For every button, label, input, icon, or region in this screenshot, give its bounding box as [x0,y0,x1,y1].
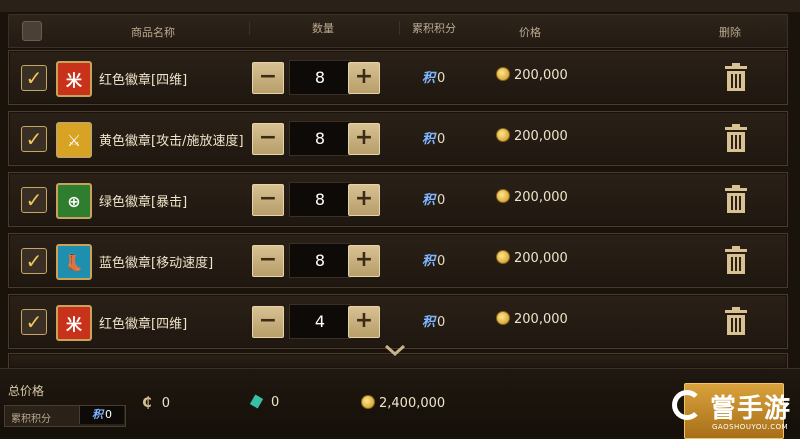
red-badge-icon: 米 [56,305,92,341]
points-icon: 积 [422,132,436,147]
red-badge-icon: 米 [56,61,92,97]
gold-coin-icon [496,128,510,142]
gold-coin-icon [361,395,375,409]
quantity-input[interactable]: 8 [289,182,351,217]
item-name: 黄色徽章[攻击/施放速度] [99,134,244,149]
points-icon: 积 [422,71,436,86]
col-points-header: 累积积分 [399,21,456,35]
blue-badge-icon: 👢 [56,244,92,280]
gold-coin-icon [496,311,510,325]
yellow-badge-icon: ⚔ [56,122,92,158]
quantity-input[interactable]: 8 [289,121,351,156]
cart-row: ✓ 米 红色徽章[四维] − 8 + 积0 200,000 [8,50,788,105]
total-price-label: 总价格 [8,384,45,398]
decrease-button[interactable]: − [252,62,284,94]
row-checkbox[interactable]: ✓ [21,65,47,91]
g-logo-icon [672,390,702,420]
price-value: 200,000 [496,67,568,83]
row-checkbox[interactable]: ✓ [21,248,47,274]
points-icon: 积 [92,408,103,421]
col-quantity-header: 数量 [249,21,334,35]
decrease-button[interactable]: − [252,245,284,277]
points-label: 累积积分 [11,414,51,425]
row-checkbox[interactable]: ✓ [21,187,47,213]
gem-currency-total: 0 [249,394,279,410]
points-value: 积0 [422,315,446,330]
points-total: 积0 [79,406,124,424]
increase-button[interactable]: + [348,62,380,94]
item-name: 红色徽章[四维] [99,317,188,332]
price-value: 200,000 [496,128,568,144]
quantity-input[interactable]: 4 [289,304,351,339]
gold-coin-icon [496,189,510,203]
table-header: 商品名称 数量 累积积分 价格 删除 [8,14,788,48]
increase-button[interactable]: + [348,245,380,277]
cart-row: ✓ 👢 蓝色徽章[移动速度] − 8 + 积0 200,000 [8,233,788,288]
col-delete-header: 删除 [719,26,741,39]
trash-icon[interactable] [725,246,747,274]
c-currency-icon: ₵ [142,395,152,411]
row-checkbox[interactable]: ✓ [21,309,47,335]
col-price-header: 价格 [519,26,541,39]
quantity-input[interactable]: 8 [289,243,351,278]
gold-coin-icon [496,67,510,81]
decrease-button[interactable]: − [252,306,284,338]
watermark-url: GAOSHOUYOU.COM [712,423,789,431]
price-value: 200,000 [496,250,568,266]
gold-coin-icon [496,250,510,264]
row-checkbox[interactable]: ✓ [21,126,47,152]
cart-row: ✓ ⊕ 绿色徽章[暴击] − 8 + 积0 200,000 [8,172,788,227]
increase-button[interactable]: + [348,306,380,338]
gold-total: 2,400,000 [361,395,445,411]
green-badge-icon: ⊕ [56,183,92,219]
points-value: 积0 [422,71,446,86]
points-value: 积0 [422,132,446,147]
trash-icon[interactable] [725,307,747,335]
watermark-text: 嘗手游 [710,394,792,424]
trash-icon[interactable] [725,124,747,152]
decrease-button[interactable]: − [252,184,284,216]
trash-icon[interactable] [725,63,747,91]
points-icon: 积 [422,254,436,269]
item-name: 红色徽章[四维] [99,73,188,88]
points-value: 积0 [422,193,446,208]
increase-button[interactable]: + [348,184,380,216]
points-value: 积0 [422,254,446,269]
price-value: 200,000 [496,189,568,205]
gem-icon [249,394,264,409]
c-currency-total: ₵ 0 [142,395,171,411]
price-value: 200,000 [496,311,568,327]
chevron-down-icon[interactable] [384,343,406,357]
quantity-input[interactable]: 8 [289,60,351,95]
watermark-logo: 嘗手游 GAOSHOUYOU.COM [672,382,800,436]
item-name: 绿色徽章[暴击] [99,195,188,210]
accumulated-points: 累积积分 积0 [4,405,126,427]
cart-row: ✓ 米 红色徽章[四维] − 4 + 积0 200,000 [8,294,788,349]
decrease-button[interactable]: − [252,123,284,155]
col-name-header: 商品名称 [131,26,175,39]
increase-button[interactable]: + [348,123,380,155]
trash-icon[interactable] [725,185,747,213]
item-name: 蓝色徽章[移动速度] [99,256,214,271]
select-all-checkbox[interactable] [22,21,42,41]
points-icon: 积 [422,315,436,330]
top-strip [0,0,800,12]
points-icon: 积 [422,193,436,208]
cart-row: ✓ ⚔ 黄色徽章[攻击/施放速度] − 8 + 积0 200,000 [8,111,788,166]
